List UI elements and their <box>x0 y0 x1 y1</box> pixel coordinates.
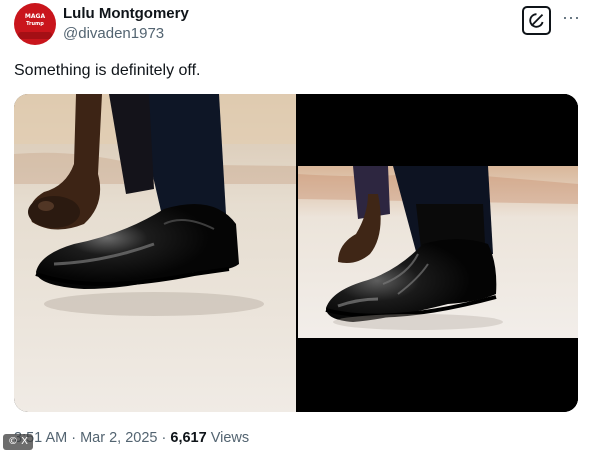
avatar[interactable]: MAGA Trump <box>14 3 56 45</box>
left-shoe-photo[interactable] <box>14 94 296 412</box>
media-grid[interactable] <box>14 94 578 412</box>
author-handle[interactable]: @divaden1973 <box>63 25 164 42</box>
grok-button[interactable] <box>522 6 551 35</box>
right-shoe-photo[interactable] <box>298 94 578 412</box>
separator: · <box>67 430 81 446</box>
views-count: 6,617 <box>170 430 207 446</box>
tweet-timestamp[interactable]: 3:51 AM · Mar 2, 2025 · 6,617 Views <box>14 430 249 446</box>
views-label: Views <box>206 430 250 446</box>
date: Mar 2, 2025 <box>80 430 158 446</box>
grok-icon <box>529 13 544 28</box>
separator: · <box>157 430 171 446</box>
hat-brim <box>18 32 52 39</box>
tweet-text: Something is definitely off. <box>14 62 201 79</box>
avatar-hat-text: MAGA Trump <box>24 13 46 27</box>
author-display-name[interactable]: Lulu Montgomery <box>63 5 189 22</box>
watermark: © X <box>3 434 33 450</box>
tweet: MAGA Trump Lulu Montgomery @divaden1973 … <box>0 0 592 453</box>
more-options-button[interactable]: ··· <box>560 8 582 30</box>
